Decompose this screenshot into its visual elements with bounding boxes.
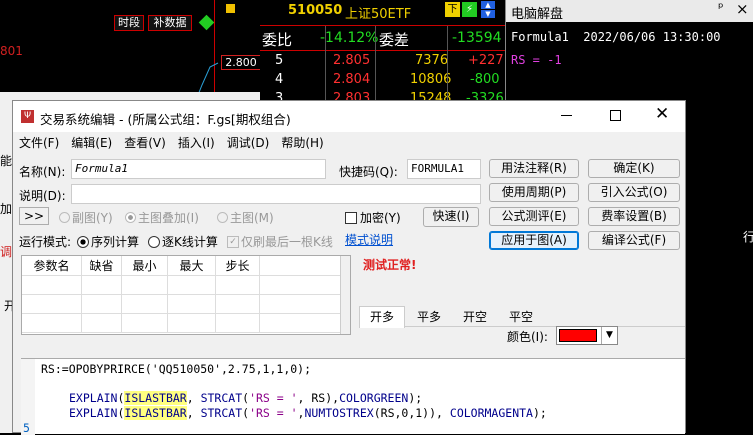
params-header-row: 参数名 缺省 最小 最大 步长: [22, 256, 340, 276]
params-header-cell: 缺省: [82, 256, 122, 276]
name-label: 名称(N):: [19, 165, 66, 179]
color-swatch: [559, 329, 597, 342]
app-icon: Ψ: [21, 110, 34, 123]
params-header-cell: 步长: [216, 256, 260, 276]
quote-sep2: [260, 50, 505, 51]
quote-name: 上证50ETF: [345, 7, 412, 22]
close-icon[interactable]: ×: [736, 0, 749, 18]
code-editor[interactable]: RS:=OPOBYPRIRCE('QQ510050',2.75,1,1,0); …: [21, 358, 685, 435]
side-char: 能: [0, 154, 13, 168]
shortcut-label: 快捷码(Q):: [339, 165, 398, 179]
import-formula-button[interactable]: 引入公式(O): [588, 183, 680, 202]
desc-label: 说明(D):: [19, 189, 66, 203]
params-row[interactable]: [22, 314, 340, 333]
apply-to-chart-button[interactable]: 应用于图(A): [489, 231, 579, 250]
grid-line: [325, 26, 326, 106]
radio-seq[interactable]: 序列计算: [77, 233, 139, 250]
flash-button[interactable]: ⚡: [462, 2, 477, 17]
quote-row: 5 2.805 7376 +227: [275, 53, 504, 68]
formula-test-button[interactable]: 公式测评(E): [489, 207, 579, 226]
menu-view[interactable]: 查看(V): [124, 134, 166, 151]
color-picker[interactable]: ▼: [556, 326, 618, 345]
usage-note-button[interactable]: 用法注释(R): [489, 159, 579, 178]
params-table: 参数名 缺省 最小 最大 步长: [21, 255, 351, 335]
params-header-cell: 最大: [168, 256, 216, 276]
tab-close-long[interactable]: 平多: [406, 308, 452, 326]
name-input[interactable]: Formula1: [71, 159, 326, 179]
side-char: 加: [0, 202, 13, 216]
price-tag: 2.800: [221, 55, 261, 70]
time-button[interactable]: 时段: [114, 15, 144, 31]
ok-button[interactable]: 确定(K): [588, 159, 680, 178]
use-period-button[interactable]: 使用周期(P): [489, 183, 579, 202]
formula-editor-dialog: Ψ 交易系统编辑 - (所属公式组：F.gs[期权组合) ✕ 文件(F) 编辑(…: [12, 100, 686, 435]
nav-dn-button[interactable]: ▼: [481, 10, 495, 18]
quote-code: 510050: [288, 3, 343, 18]
menu-edit[interactable]: 编辑(E): [71, 134, 112, 151]
quick-button[interactable]: 快速(I): [423, 207, 479, 227]
diff-label: 委差: [379, 31, 410, 49]
last-bar-checkbox[interactable]: ✓ 仅刷最后一根K线: [227, 233, 333, 250]
params-row[interactable]: [22, 295, 340, 314]
radio-main-overlay[interactable]: 主图叠加(I): [125, 209, 199, 226]
run-mode-label: 运行模式:: [19, 235, 72, 249]
analysis-line2: RS = -1: [511, 53, 562, 67]
flag-icon: [226, 4, 235, 13]
chevron-down-icon[interactable]: ▼: [601, 327, 617, 344]
code-line-1: RS:=OPOBYPRIRCE('QQ510050',2.75,1,1,0);: [41, 362, 312, 376]
tab-open-short[interactable]: 开空: [452, 308, 498, 326]
menu-insert[interactable]: 插入(I): [178, 134, 215, 151]
radio-main[interactable]: 主图(M): [217, 209, 274, 226]
color-label: 颜色(I):: [507, 330, 548, 344]
encrypt-checkbox[interactable]: 加密(Y): [345, 209, 401, 226]
close-button[interactable]: ✕: [655, 104, 669, 124]
menu-file[interactable]: 文件(F): [19, 134, 59, 151]
mode-help-link[interactable]: 模式说明: [345, 231, 393, 248]
menu-help[interactable]: 帮助(H): [281, 134, 323, 151]
analysis-line1: Formula1 2022/06/06 13:30:00: [511, 30, 721, 44]
compile-formula-button[interactable]: 编译公式(F): [588, 231, 680, 250]
minimize-button[interactable]: [561, 115, 572, 116]
nav-up-button[interactable]: ▲: [481, 1, 495, 9]
signal-tabs: 开多 平多 开空 平空: [359, 304, 685, 328]
code-line-3: EXPLAIN(ISLASTBAR, STRCAT('RS = ', RS),C…: [69, 391, 423, 405]
pin-icon[interactable]: ᵖ: [718, 1, 724, 16]
side-char: 调: [0, 245, 13, 259]
params-row[interactable]: [22, 276, 340, 295]
nav-down-button[interactable]: 下: [445, 2, 460, 17]
desc-input[interactable]: [71, 184, 481, 204]
ratio-value: -14.12%: [320, 30, 379, 46]
ratio-label: 委比: [262, 31, 293, 49]
quote-sep: [260, 25, 505, 26]
quote-row: 4 2.804 10806 -800: [275, 72, 500, 87]
menu-debug[interactable]: 调试(D): [227, 134, 270, 151]
dialog-title: 交易系统编辑 - (所属公式组：F.gs[期权组合): [40, 112, 291, 127]
fill-data-button[interactable]: 补数据: [148, 15, 192, 31]
params-scrollbar[interactable]: [340, 256, 350, 334]
analysis-title: 电脑解盘: [511, 7, 564, 22]
code-line-4: EXPLAIN(ISLASTBAR, STRCAT('RS = ',NUMTOS…: [69, 406, 547, 420]
axis-value: 801: [0, 44, 23, 58]
expand-button[interactable]: >>: [19, 207, 49, 225]
tab-open-long[interactable]: 开多: [359, 306, 405, 328]
grid-line: [375, 26, 376, 106]
params-header-cell: 参数名: [22, 256, 82, 276]
grid-line: [447, 26, 448, 106]
radio-sub-chart[interactable]: 副图(Y): [59, 209, 113, 226]
params-header-cell: 最小: [122, 256, 168, 276]
radio-bar[interactable]: 逐K线计算: [148, 233, 218, 250]
maximize-button[interactable]: [610, 110, 621, 121]
diff-value: -13594: [452, 30, 502, 46]
right-edge-char: 行: [743, 230, 753, 244]
shortcut-input[interactable]: FORMULA1: [407, 159, 481, 179]
tab-close-short[interactable]: 平空: [498, 308, 544, 326]
fee-settings-button[interactable]: 费率设置(B): [588, 207, 680, 226]
test-status: 测试正常!: [363, 258, 417, 272]
menu-bar: 文件(F) 编辑(E) 查看(V) 插入(I) 调试(D) 帮助(H): [13, 132, 685, 152]
